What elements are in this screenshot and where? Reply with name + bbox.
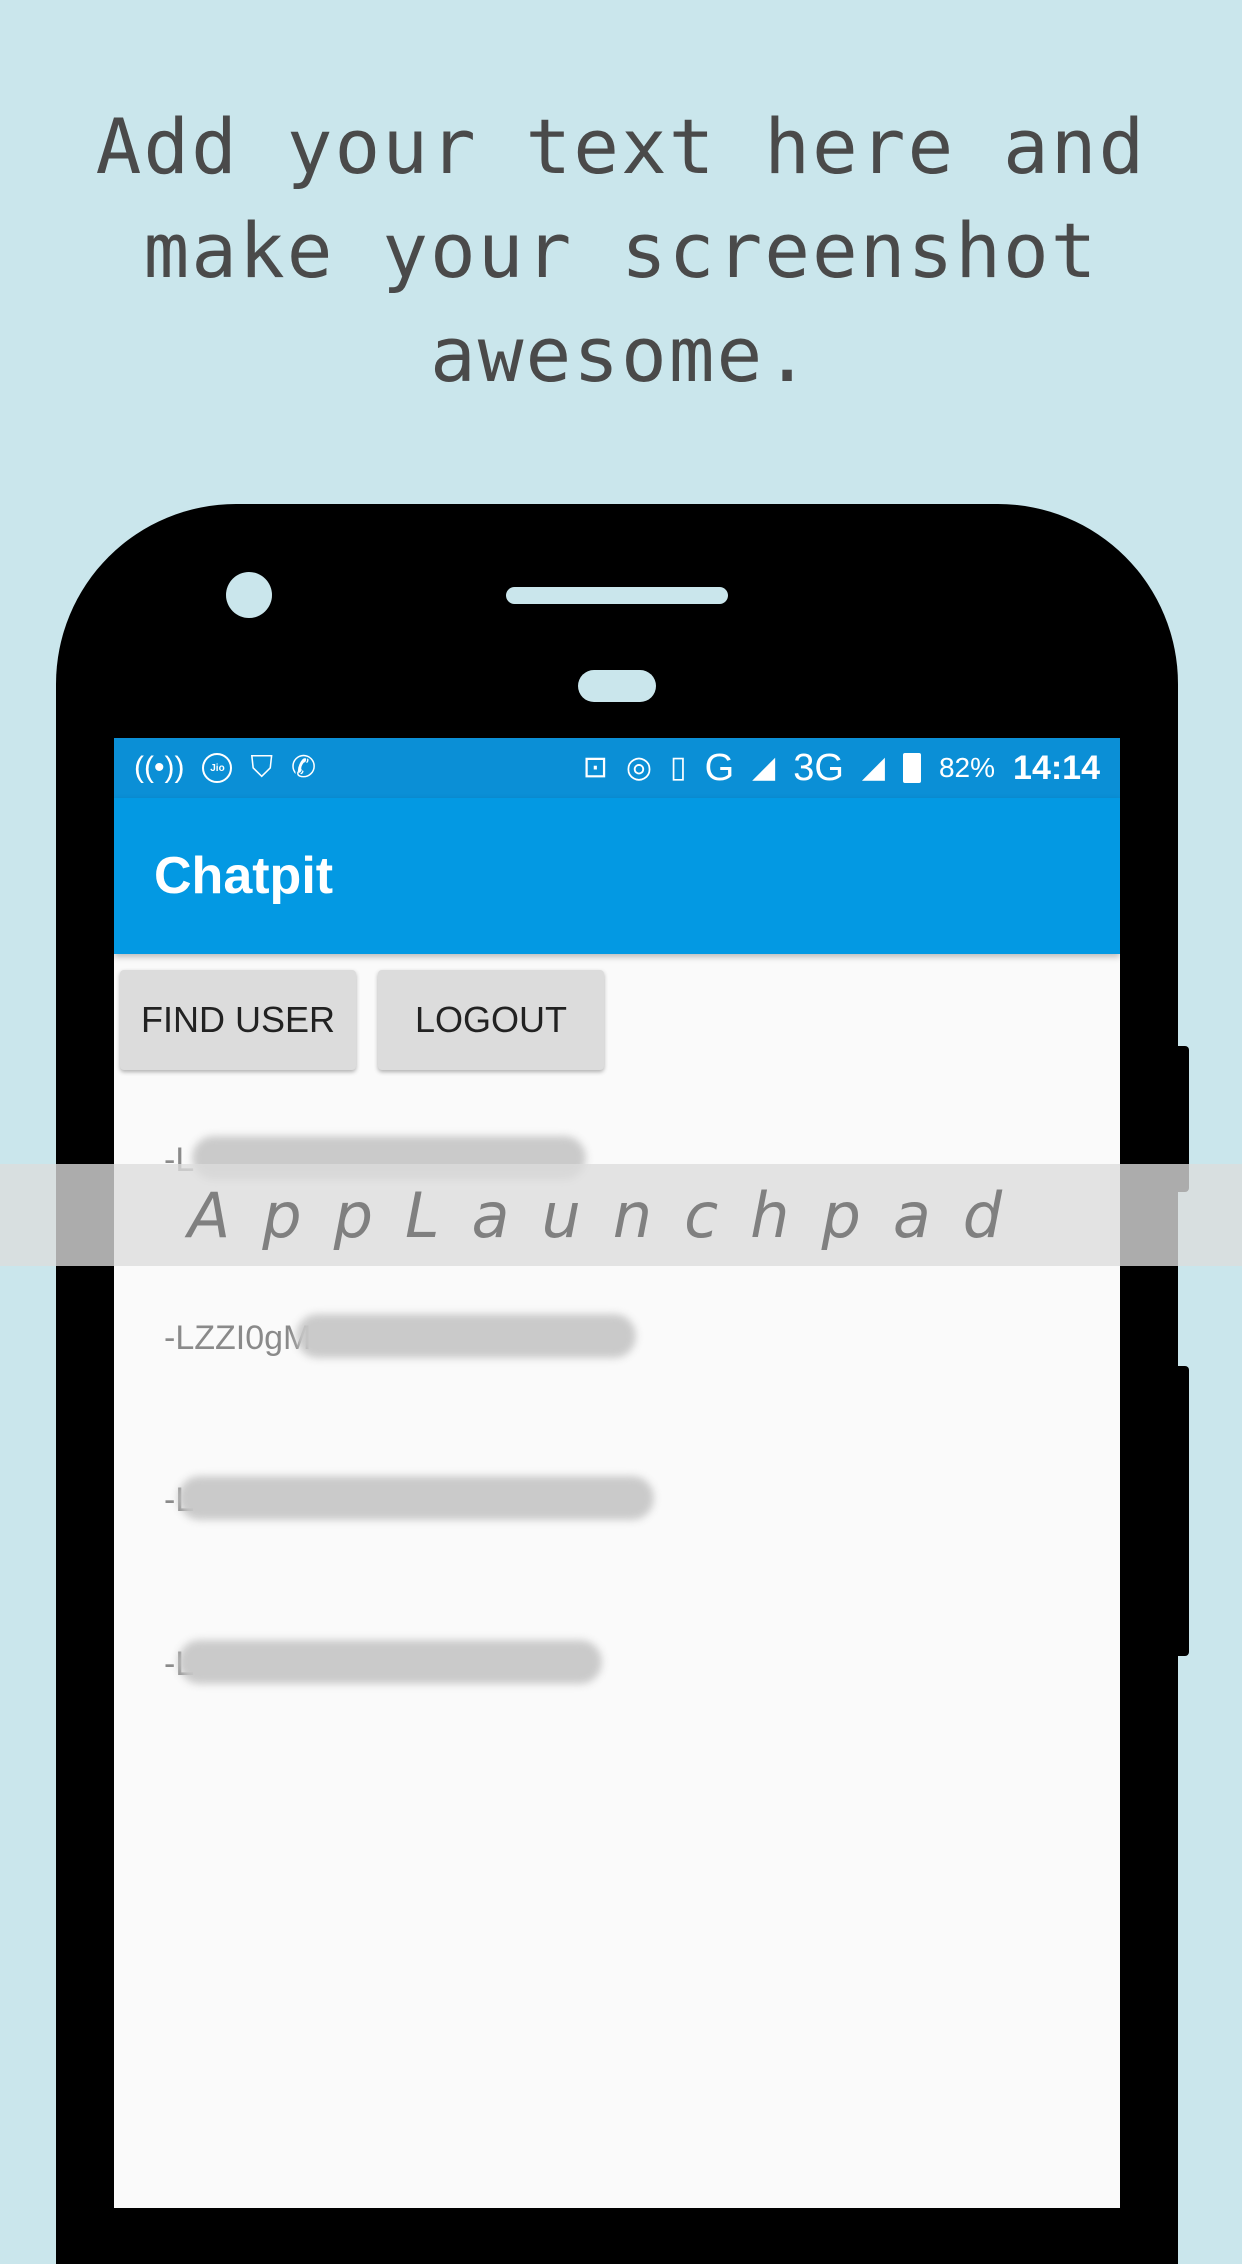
phone-screen: ((•)) Jio ⛉ ✆ ⊡ ◎ ▯ G ◢ 3G ◢ 82% 14:14 C…	[114, 738, 1120, 2208]
cast-icon: ⊡	[582, 751, 608, 784]
status-bar: ((•)) Jio ⛉ ✆ ⊡ ◎ ▯ G ◢ 3G ◢ 82% 14:14	[114, 738, 1120, 798]
wifi-hotspot-icon: ◎	[625, 751, 653, 784]
shield-alert-icon: ⛉	[250, 751, 273, 784]
headline-line-2: make your screenshot	[143, 206, 1099, 295]
signal-strength-2-icon: ◢	[861, 751, 885, 784]
call-alert-icon: ✆	[290, 751, 317, 784]
phone-sensor	[578, 670, 656, 702]
battery-percent: 82%	[938, 752, 996, 783]
headline-line-3: awesome.	[429, 310, 813, 399]
headline-line-1: Add your text here and	[95, 102, 1147, 191]
network-3g-indicator: 3G	[793, 746, 844, 789]
headline: Add your text here and make your screens…	[0, 95, 1242, 407]
app-title: Chatpit	[154, 847, 334, 905]
redacted-blur	[296, 1314, 636, 1358]
jio-icon: Jio	[202, 753, 233, 783]
find-user-button[interactable]: FIND USER	[120, 970, 356, 1070]
app-bar: Chatpit	[114, 798, 1120, 954]
user-list-item[interactable]: -L	[164, 1632, 602, 1696]
phone-speaker	[506, 587, 728, 604]
battery-icon	[902, 753, 921, 783]
user-id-text: -LZZI0gM	[164, 1318, 312, 1357]
watermark-banner: AppLaunchpad	[0, 1164, 1242, 1266]
signal-strength-icon: ◢	[752, 751, 776, 784]
network-g-indicator: G	[704, 746, 735, 789]
user-list-item[interactable]: -LZZI0gM	[164, 1306, 636, 1370]
logout-button[interactable]: LOGOUT	[378, 970, 604, 1070]
action-buttons: FIND USER LOGOUT	[120, 970, 604, 1070]
phone-camera	[226, 572, 272, 618]
redacted-blur	[178, 1476, 654, 1520]
user-list-item[interactable]: -L	[164, 1468, 654, 1532]
phone-side-button-bottom	[1177, 1366, 1189, 1656]
vibrate-icon: ▯	[670, 751, 687, 784]
status-time: 14:14	[1013, 748, 1100, 787]
watermark-text: AppLaunchpad	[187, 1178, 1035, 1252]
hotspot-signal-icon: ((•))	[134, 751, 185, 784]
redacted-blur	[178, 1640, 602, 1684]
